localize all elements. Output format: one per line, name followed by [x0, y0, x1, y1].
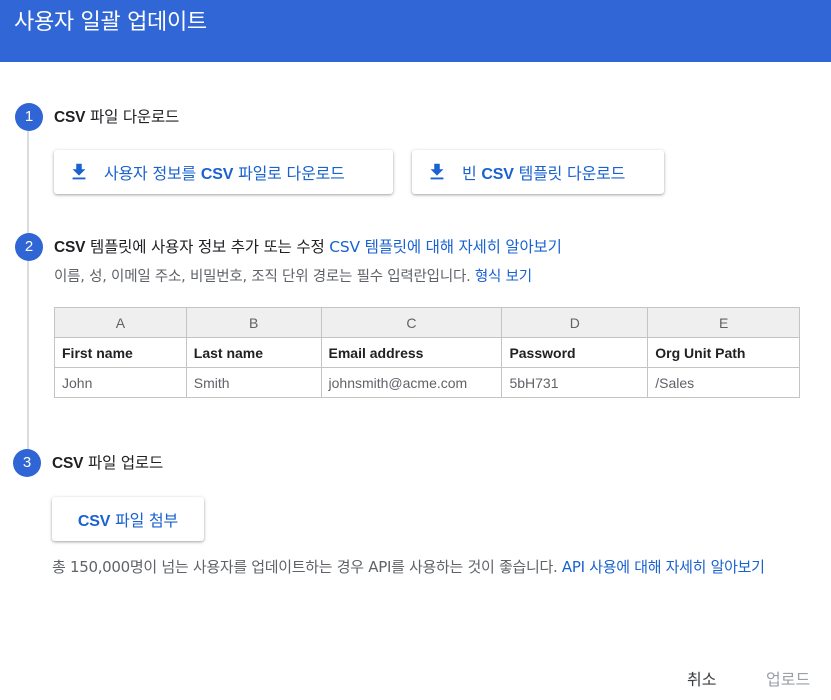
api-recommendation-text: 총 150,000명이 넘는 사용자를 업데이트하는 경우 API를 사용하는 … [52, 556, 822, 578]
dialog-title: 사용자 일괄 업데이트 [14, 10, 207, 35]
step-1-title: CSV 파일 다운로드 [54, 105, 179, 127]
table-cell: /Sales [647, 367, 800, 398]
download-empty-template-button[interactable]: 빈 CSV 템플릿 다운로드 [412, 150, 664, 194]
download-user-info-label: 사용자 정보를 CSV 파일로 다운로드 [104, 164, 345, 183]
table-cell: Smith [185, 367, 322, 398]
required-fields-text: 이름, 성, 이메일 주소, 비밀번호, 조직 단위 경로는 필수 입력란입니다… [54, 269, 475, 285]
step-connector-line [27, 131, 29, 453]
column-letter: D [501, 307, 649, 338]
step-2-title: CSV 템플릿에 사용자 정보 추가 또는 수정 CSV 템플릿에 대해 자세히… [54, 235, 562, 257]
csv-template-table: A B C D E First name Last name Email add… [54, 307, 800, 398]
table-header-row: First name Last name Email address Passw… [54, 337, 800, 368]
step-2-badge: 2 [15, 233, 43, 261]
api-recommendation-message: 총 150,000명이 넘는 사용자를 업데이트하는 경우 API를 사용하는 … [52, 558, 562, 576]
table-cell: John [54, 367, 187, 398]
table-header-cell: Password [501, 337, 649, 368]
step-2-title-bold: CSV [54, 239, 86, 256]
table-cell: 5bH731 [501, 367, 649, 398]
step-1-title-bold: CSV [54, 109, 86, 126]
table-header-cell: Email address [320, 337, 503, 368]
step-2-title-text: 템플릿에 사용자 정보 추가 또는 수정 [85, 238, 330, 256]
column-letter-row: A B C D E [54, 307, 800, 338]
column-letter: C [320, 307, 503, 338]
table-header-cell: First name [54, 337, 187, 368]
step-1-title-text: 파일 다운로드 [85, 108, 180, 126]
upload-button[interactable]: 업로드 [766, 666, 810, 690]
table-header-cell: Org Unit Path [647, 337, 800, 368]
download-empty-template-label: 빈 CSV 템플릿 다운로드 [462, 164, 626, 183]
table-cell: johnsmith@acme.com [320, 367, 503, 398]
required-fields-hint: 이름, 성, 이메일 주소, 비밀번호, 조직 단위 경로는 필수 입력란입니다… [54, 265, 532, 286]
attach-csv-file-button[interactable]: CSV 파일 첨부 [52, 497, 204, 541]
column-letter: A [54, 307, 187, 338]
view-format-link[interactable]: 형식 보기 [475, 269, 532, 285]
step-3-title-bold: CSV [52, 455, 84, 472]
api-learn-more-link[interactable]: API 사용에 대해 자세히 알아보기 [562, 558, 765, 576]
step-3-title: CSV 파일 업로드 [52, 451, 163, 473]
table-row: John Smith johnsmith@acme.com 5bH731 /Sa… [54, 367, 800, 398]
step-1-badge: 1 [15, 103, 43, 131]
cancel-button[interactable]: 취소 [687, 666, 716, 690]
csv-template-learn-more-link[interactable]: CSV 템플릿에 대해 자세히 알아보기 [329, 238, 562, 256]
download-icon [426, 161, 448, 183]
download-icon [68, 161, 90, 183]
dialog-header: 사용자 일괄 업데이트 [0, 0, 831, 62]
step-3-title-text: 파일 업로드 [83, 454, 164, 472]
table-header-cell: Last name [185, 337, 322, 368]
download-user-info-button[interactable]: 사용자 정보를 CSV 파일로 다운로드 [54, 150, 393, 194]
column-letter: E [647, 307, 800, 338]
column-letter: B [185, 307, 322, 338]
attach-csv-file-label: CSV 파일 첨부 [77, 511, 179, 530]
step-3-badge: 3 [13, 449, 41, 477]
